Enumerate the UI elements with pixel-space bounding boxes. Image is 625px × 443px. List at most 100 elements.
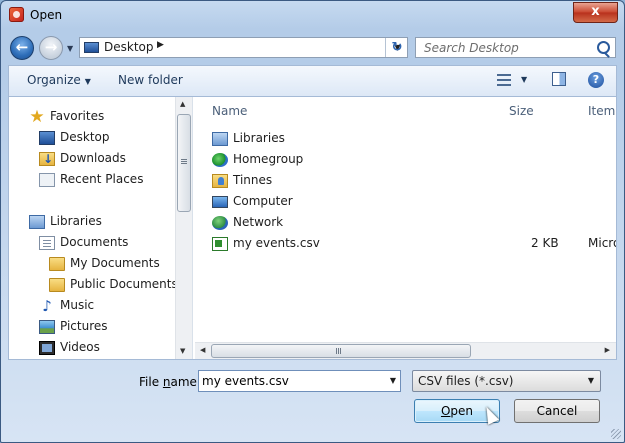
window-title: Open xyxy=(30,8,63,22)
file-row[interactable]: Tinnes xyxy=(195,171,616,190)
scrollbar-thumb[interactable] xyxy=(177,114,191,212)
nav-documents[interactable]: Documents xyxy=(39,233,128,252)
nav-label: Libraries xyxy=(50,214,102,228)
nav-libraries[interactable]: Libraries xyxy=(29,212,102,231)
nav-label: Downloads xyxy=(60,151,126,165)
refresh-button[interactable]: ↻ xyxy=(385,38,408,57)
column-header-size[interactable]: Size xyxy=(509,104,534,118)
view-options-dropdown-icon[interactable]: ▼ xyxy=(521,75,527,84)
search-icon[interactable] xyxy=(597,41,610,54)
button-accelerator: O xyxy=(440,404,451,418)
videos-icon xyxy=(39,340,55,355)
computer-icon xyxy=(212,195,228,208)
nav-public-documents[interactable]: Public Documents xyxy=(49,275,178,294)
file-list: Name Size Item t Libraries Homegroup Tin… xyxy=(195,97,616,359)
file-row[interactable]: my events.csv 2 KB Micro xyxy=(195,234,616,253)
folder-icon xyxy=(49,256,65,271)
nav-pictures[interactable]: Pictures xyxy=(39,317,108,336)
nav-favorites[interactable]: ★ Favorites xyxy=(29,107,104,126)
file-type-select[interactable]: CSV files (*.csv) ▼ xyxy=(412,370,601,392)
nav-label: Favorites xyxy=(50,109,105,123)
libraries-icon xyxy=(29,214,45,229)
chevron-down-icon[interactable]: ▼ xyxy=(390,376,396,385)
file-row[interactable]: Homegroup xyxy=(195,150,616,169)
file-row[interactable]: Network xyxy=(195,213,616,232)
desktop-icon xyxy=(84,42,99,53)
csv-file-icon xyxy=(212,236,228,251)
chevron-down-icon: ▼ xyxy=(84,77,91,86)
file-name-combobox[interactable]: ▼ xyxy=(198,370,401,392)
nav-downloads[interactable]: Downloads xyxy=(39,149,126,169)
downloads-icon xyxy=(39,150,55,169)
file-row[interactable]: Computer xyxy=(195,192,616,211)
address-bar[interactable]: Desktop ▶ ▼ xyxy=(79,37,408,58)
label-part: File xyxy=(139,375,163,389)
organize-button[interactable]: Organize ▼ xyxy=(27,73,91,87)
file-name-label: File name: xyxy=(139,375,201,389)
file-name-input[interactable] xyxy=(202,374,378,388)
file-type: Micro xyxy=(588,236,616,250)
file-type-value: CSV files (*.csv) xyxy=(418,374,514,388)
file-name: Tinnes xyxy=(233,173,273,187)
browser-pane: ★ Favorites Desktop Downloads Recent Plac… xyxy=(8,96,617,360)
file-name: my events.csv xyxy=(233,236,320,250)
nav-videos[interactable]: Videos xyxy=(39,338,100,357)
forward-button[interactable]: → xyxy=(39,36,63,60)
libraries-icon xyxy=(212,131,228,146)
new-folder-button[interactable]: New folder xyxy=(118,73,183,87)
preview-pane-icon[interactable] xyxy=(552,72,566,86)
nav-label: Pictures xyxy=(60,319,108,333)
nav-music[interactable]: ♪ Music xyxy=(39,296,94,315)
nav-label: My Documents xyxy=(70,256,160,270)
file-size: 2 KB xyxy=(531,236,559,250)
recent-pages-dropdown-icon[interactable]: ▼ xyxy=(67,44,73,53)
file-list-scrollbar[interactable]: ◀ ▶ xyxy=(195,342,616,359)
star-icon: ★ xyxy=(29,106,45,127)
homegroup-icon xyxy=(212,152,228,167)
nav-label: Recent Places xyxy=(60,172,144,186)
nav-label: Music xyxy=(60,298,95,312)
breadcrumb-desktop[interactable]: Desktop xyxy=(104,40,154,54)
nav-label: Public Documents xyxy=(70,277,178,291)
chevron-down-icon: ▼ xyxy=(587,376,594,385)
scrollbar-thumb[interactable] xyxy=(211,344,471,358)
back-button[interactable]: ← xyxy=(10,36,34,60)
user-folder-icon xyxy=(212,173,228,188)
scroll-down-icon[interactable]: ▼ xyxy=(180,347,185,355)
label-part: ame: xyxy=(170,375,201,389)
file-name: Computer xyxy=(233,194,293,208)
search-box[interactable] xyxy=(415,37,616,58)
folder-icon xyxy=(49,277,65,292)
nav-label: Videos xyxy=(60,340,100,354)
close-button[interactable]: x xyxy=(573,2,618,23)
nav-my-documents[interactable]: My Documents xyxy=(49,254,160,273)
documents-icon xyxy=(39,235,55,250)
command-bar: Organize ▼ New folder ▼ ? xyxy=(8,65,617,96)
scroll-left-icon[interactable]: ◀ xyxy=(200,346,205,354)
change-view-icon[interactable] xyxy=(497,74,511,86)
app-icon xyxy=(9,7,24,22)
scroll-right-icon[interactable]: ▶ xyxy=(605,346,610,354)
navigation-pane: ★ Favorites Desktop Downloads Recent Plac… xyxy=(9,97,193,359)
nav-label: Desktop xyxy=(60,130,110,144)
nav-scrollbar[interactable]: ▲ ▼ xyxy=(175,97,192,359)
file-name: Network xyxy=(233,215,284,229)
desktop-icon xyxy=(39,130,55,145)
music-icon: ♪ xyxy=(42,296,52,315)
file-row[interactable]: Libraries xyxy=(195,129,616,148)
file-name: Libraries xyxy=(233,131,285,145)
title-bar: Open x xyxy=(1,1,624,31)
breadcrumb-chevron-icon[interactable]: ▶ xyxy=(157,40,164,50)
button-label: pen xyxy=(450,404,474,418)
nav-desktop[interactable]: Desktop xyxy=(39,128,110,147)
nav-recent-places[interactable]: Recent Places xyxy=(39,170,143,189)
help-icon[interactable]: ? xyxy=(588,72,604,88)
resize-grip[interactable] xyxy=(611,429,621,439)
nav-label: Documents xyxy=(60,235,129,249)
column-header-type[interactable]: Item t xyxy=(588,104,616,118)
scroll-up-icon[interactable]: ▲ xyxy=(180,100,185,108)
cancel-button[interactable]: Cancel xyxy=(514,399,600,423)
column-header-name[interactable]: Name xyxy=(212,104,247,118)
search-input[interactable] xyxy=(422,40,596,56)
pictures-icon xyxy=(39,319,55,334)
